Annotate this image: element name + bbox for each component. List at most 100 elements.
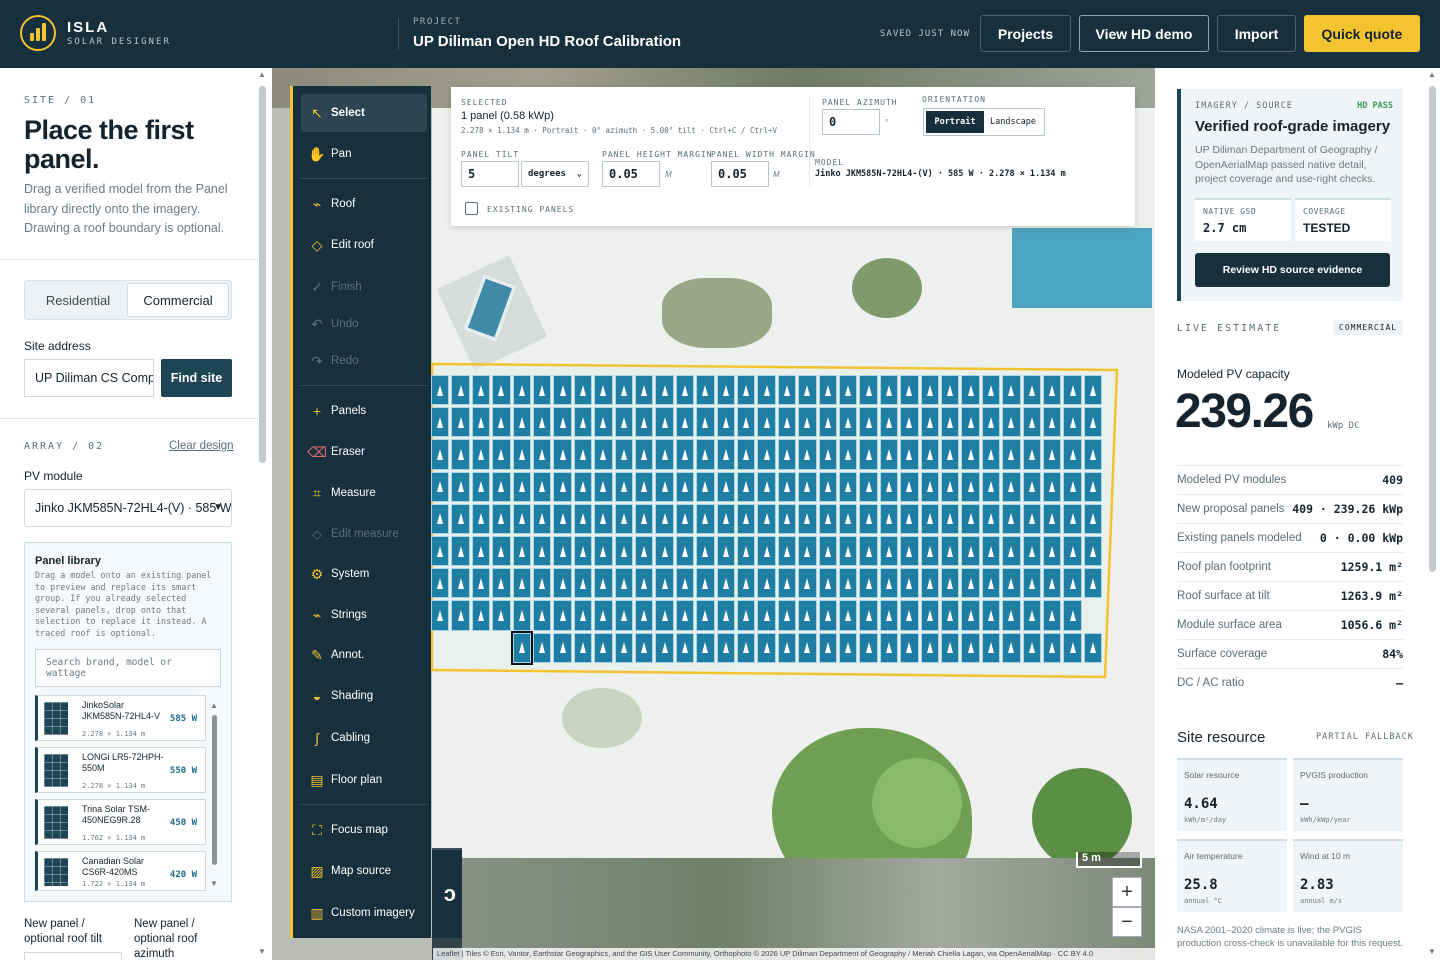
selected-panel[interactable] xyxy=(510,630,534,665)
solar-panel[interactable] xyxy=(1002,375,1021,406)
solar-panel[interactable] xyxy=(879,471,899,502)
solar-panel[interactable] xyxy=(777,632,797,663)
solar-panel[interactable] xyxy=(920,568,939,599)
solar-panel[interactable] xyxy=(635,600,654,631)
solar-panel[interactable] xyxy=(737,568,756,599)
solar-panel[interactable] xyxy=(696,568,715,599)
solar-panel[interactable] xyxy=(573,536,593,567)
solar-panel[interactable] xyxy=(879,536,899,567)
solar-panel[interactable] xyxy=(655,536,674,567)
solar-panel[interactable] xyxy=(737,600,756,631)
solar-panel[interactable] xyxy=(716,503,735,534)
solar-panel[interactable] xyxy=(941,407,960,438)
solar-panel[interactable] xyxy=(471,536,491,567)
solar-panel[interactable] xyxy=(614,503,633,534)
solar-panel[interactable] xyxy=(533,632,552,663)
solar-panel[interactable] xyxy=(716,632,735,663)
solar-panel[interactable] xyxy=(696,600,715,631)
solar-panel[interactable] xyxy=(737,471,756,502)
eraser-tool[interactable]: ⌫ Eraser xyxy=(301,433,427,471)
solar-panel[interactable] xyxy=(757,536,776,567)
solar-panel[interactable] xyxy=(553,375,572,406)
panel-array[interactable] xyxy=(431,375,1103,665)
solar-panel[interactable] xyxy=(451,536,470,567)
solar-panel[interactable] xyxy=(879,503,899,534)
solar-panel[interactable] xyxy=(798,632,817,663)
solar-panel[interactable] xyxy=(818,600,837,631)
solar-panel[interactable] xyxy=(1063,568,1082,599)
redo-tool[interactable]: ↷ Redo xyxy=(301,342,427,380)
solar-panel[interactable] xyxy=(798,503,817,534)
solar-panel[interactable] xyxy=(818,407,837,438)
solar-panel[interactable] xyxy=(553,600,572,631)
solar-panel[interactable] xyxy=(1002,439,1021,470)
solar-panel[interactable] xyxy=(777,600,797,631)
edit-measure-tool[interactable]: ⬦ Edit measure xyxy=(301,515,427,553)
solar-panel[interactable] xyxy=(981,536,1001,567)
solar-panel[interactable] xyxy=(920,600,939,631)
solar-panel[interactable] xyxy=(635,536,654,567)
solar-panel[interactable] xyxy=(879,375,899,406)
panel-search-input[interactable]: Search brand, model or wattage xyxy=(35,649,221,687)
solar-panel[interactable] xyxy=(1063,375,1082,406)
solar-panel[interactable] xyxy=(859,536,878,567)
solar-panel[interactable] xyxy=(573,600,593,631)
solar-panel[interactable] xyxy=(818,471,837,502)
solar-panel[interactable] xyxy=(1083,503,1103,534)
library-card-jinko[interactable]: JinkoSolar JKM585N-72HL4-V 2.278 × 1.134… xyxy=(35,695,206,741)
solar-panel[interactable] xyxy=(737,536,756,567)
solar-panel[interactable] xyxy=(839,600,858,631)
solar-panel[interactable] xyxy=(1043,375,1062,406)
solar-panel[interactable] xyxy=(635,407,654,438)
projects-button[interactable]: Projects xyxy=(980,15,1071,52)
solar-panel[interactable] xyxy=(716,600,735,631)
solar-panel[interactable] xyxy=(757,471,776,502)
solar-panel[interactable] xyxy=(573,568,593,599)
solar-panel[interactable] xyxy=(798,471,817,502)
solar-panel[interactable] xyxy=(1022,632,1041,663)
solar-panel[interactable] xyxy=(1043,632,1062,663)
solar-panel[interactable] xyxy=(1043,439,1062,470)
undo-tool[interactable]: ↶ Undo xyxy=(301,305,427,343)
solar-panel[interactable] xyxy=(1043,407,1062,438)
system-tool[interactable]: ⚙ System xyxy=(301,555,427,593)
solar-panel[interactable] xyxy=(716,375,735,406)
solar-panel[interactable] xyxy=(798,536,817,567)
solar-panel[interactable] xyxy=(777,471,797,502)
solar-panel[interactable] xyxy=(777,536,797,567)
solar-panel[interactable] xyxy=(859,439,878,470)
solar-panel[interactable] xyxy=(533,375,552,406)
solar-panel[interactable] xyxy=(716,439,735,470)
solar-panel[interactable] xyxy=(798,600,817,631)
solar-panel[interactable] xyxy=(512,600,531,631)
solar-panel[interactable] xyxy=(1022,439,1041,470)
solar-panel[interactable] xyxy=(512,375,531,406)
left-scrollbar[interactable] xyxy=(259,86,266,463)
solar-panel[interactable] xyxy=(859,471,878,502)
solar-panel[interactable] xyxy=(839,471,858,502)
solar-panel[interactable] xyxy=(859,407,878,438)
solar-panel[interactable] xyxy=(675,471,695,502)
solar-panel[interactable] xyxy=(961,375,980,406)
solar-panel[interactable] xyxy=(1083,471,1103,502)
solar-panel[interactable] xyxy=(471,439,491,470)
solar-panel[interactable] xyxy=(1002,600,1021,631)
solar-panel[interactable] xyxy=(573,375,593,406)
solar-panel[interactable] xyxy=(675,536,695,567)
solar-panel[interactable] xyxy=(451,375,470,406)
chevron-up-icon[interactable]: ▲ xyxy=(258,70,266,79)
solar-panel[interactable] xyxy=(839,407,858,438)
solar-panel[interactable] xyxy=(1002,568,1021,599)
solar-panel[interactable] xyxy=(777,503,797,534)
solar-panel[interactable] xyxy=(879,439,899,470)
solar-panel[interactable] xyxy=(1043,471,1062,502)
solar-panel[interactable] xyxy=(941,568,960,599)
solar-panel[interactable] xyxy=(594,471,613,502)
solar-panel[interactable] xyxy=(553,503,572,534)
solar-panel[interactable] xyxy=(451,439,470,470)
solar-panel[interactable] xyxy=(1083,632,1103,663)
solar-panel[interactable] xyxy=(737,439,756,470)
map-source-tool[interactable]: ▨ Map source xyxy=(301,852,427,890)
review-hd-evidence-button[interactable]: Review HD source evidence xyxy=(1195,253,1390,287)
solar-panel[interactable] xyxy=(533,536,552,567)
